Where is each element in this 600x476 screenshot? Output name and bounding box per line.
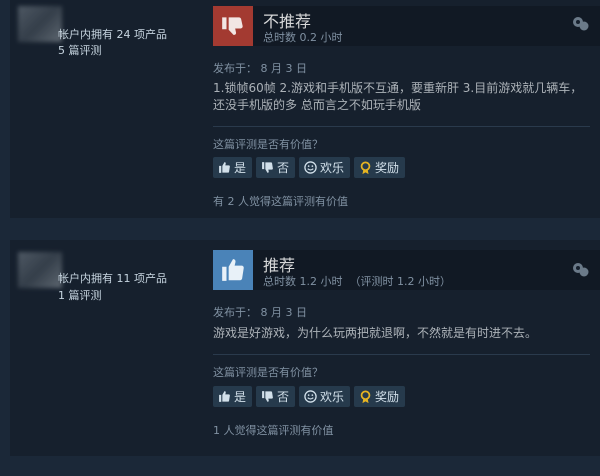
vote-row: 是 否 欢乐 奖励 (213, 157, 406, 178)
award-button[interactable]: 奖励 (354, 157, 406, 178)
posted-date: 发布于： 8 月 3 日 (213, 62, 307, 75)
vote-funny-button[interactable]: 欢乐 (299, 157, 351, 178)
review-count[interactable]: 5 篇评测 (58, 42, 102, 58)
review-gap (0, 218, 600, 240)
vote-no-label: 否 (277, 390, 290, 404)
vote-funny-label: 欢乐 (320, 161, 345, 175)
playtime: 总时数 1.2 小时 （评测时 1.2 小时） (263, 275, 451, 288)
thumbs-up-icon (217, 390, 231, 404)
helpful-question: 这篇评测是否有价值？ (213, 138, 323, 151)
reviewer-info: 帐户内拥有 24 项产品 5 篇评测 (10, 0, 206, 218)
thumbs-down-icon (260, 161, 274, 175)
vote-funny-label: 欢乐 (320, 390, 345, 404)
vote-no-label: 否 (277, 161, 290, 175)
product-count[interactable]: 帐户内拥有 11 项产品 (58, 270, 167, 286)
helpful-count: 1 人觉得这篇评测有价值 (213, 424, 334, 437)
divider (213, 126, 590, 127)
playtime: 总时数 0.2 小时 (263, 31, 343, 44)
vote-yes-button[interactable]: 是 (213, 157, 253, 178)
verdict-bar[interactable]: 推荐 总时数 1.2 小时 （评测时 1.2 小时） (213, 250, 600, 290)
helpful-count: 有 2 人觉得这篇评测有价值 (213, 195, 348, 208)
smiley-icon (303, 390, 317, 404)
comment-icon[interactable] (572, 262, 590, 282)
smiley-icon (303, 161, 317, 175)
posted-date: 发布于： 8 月 3 日 (213, 306, 307, 319)
review-card: 帐户内拥有 24 项产品 5 篇评测 不推荐 总时数 0.2 小时 发布于： 8… (10, 0, 600, 218)
vote-yes-button[interactable]: 是 (213, 386, 253, 407)
reviewer-info: 帐户内拥有 11 项产品 1 篇评测 (10, 240, 206, 456)
award-icon (358, 389, 372, 404)
vote-yes-label: 是 (234, 390, 247, 404)
divider (213, 354, 590, 355)
avatar[interactable] (18, 252, 62, 288)
award-icon (358, 160, 372, 175)
review-text: 游戏是好游戏，为什么玩两把就退啊，不然就是有时进不去。 (213, 326, 538, 340)
award-label: 奖励 (375, 390, 400, 404)
vote-row: 是 否 欢乐 奖励 (213, 386, 406, 407)
review-main: 不推荐 总时数 0.2 小时 发布于： 8 月 3 日 1.锁帧60帧 2.游戏… (213, 0, 600, 218)
vote-no-button[interactable]: 否 (256, 386, 296, 407)
award-label: 奖励 (375, 161, 400, 175)
vote-no-button[interactable]: 否 (256, 157, 296, 178)
review-text: 1.锁帧60帧 2.游戏和手机版不互通，要重新肝 3.目前游戏就几辆车，还没手机… (213, 81, 583, 112)
award-button[interactable]: 奖励 (354, 386, 406, 407)
review-main: 推荐 总时数 1.2 小时 （评测时 1.2 小时） 发布于： 8 月 3 日 … (213, 240, 600, 456)
thumbs-down-icon (260, 390, 274, 404)
avatar[interactable] (18, 6, 62, 42)
thumbs-up-icon (213, 250, 253, 290)
helpful-question: 这篇评测是否有价值？ (213, 366, 323, 379)
vote-funny-button[interactable]: 欢乐 (299, 386, 351, 407)
thumbs-up-icon (217, 161, 231, 175)
comment-icon[interactable] (572, 16, 590, 36)
thumbs-down-icon (213, 6, 253, 46)
review-card: 帐户内拥有 11 项产品 1 篇评测 推荐 总时数 1.2 小时 （评测时 1.… (10, 240, 600, 456)
vote-yes-label: 是 (234, 161, 247, 175)
verdict-bar[interactable]: 不推荐 总时数 0.2 小时 (213, 6, 600, 46)
review-count[interactable]: 1 篇评测 (58, 287, 102, 303)
product-count[interactable]: 帐户内拥有 24 项产品 (58, 26, 167, 42)
